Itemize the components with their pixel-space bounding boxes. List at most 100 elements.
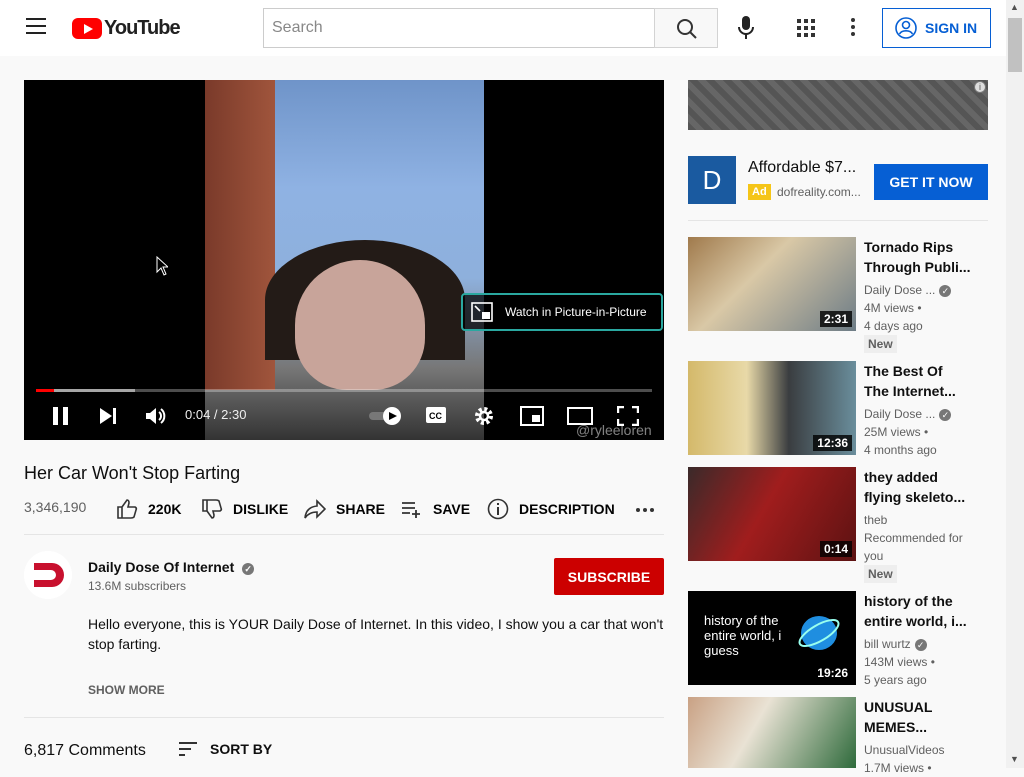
mouse-cursor-icon — [156, 256, 168, 276]
related-thumbnail[interactable]: 0:14 — [688, 467, 856, 561]
scrollbar-thumb[interactable] — [1008, 18, 1022, 72]
channel-name[interactable]: Daily Dose Of Internet ✓ — [88, 559, 255, 575]
comments-count: 6,817 Comments — [24, 742, 146, 759]
channel-avatar[interactable] — [24, 551, 72, 599]
verified-check-icon: ✓ — [242, 563, 255, 575]
video-frame — [205, 80, 484, 440]
related-title[interactable]: Tornado Rips Through Publi... — [864, 237, 984, 277]
more-actions-icon[interactable] — [636, 508, 654, 512]
subscribe-button[interactable]: SUBSCRIBE — [554, 558, 664, 595]
sort-icon — [179, 742, 197, 756]
video-description: Hello everyone, this is YOUR Daily Dose … — [88, 616, 664, 652]
ad-cta-button[interactable]: GET IT NOW — [874, 164, 988, 200]
view-count: 3,346,190 — [24, 499, 87, 515]
microphone-icon[interactable] — [735, 14, 757, 42]
add-to-playlist-icon — [402, 502, 420, 518]
time-display: 0:04 / 2:30 — [185, 407, 247, 422]
video-player[interactable]: Watch in Picture-in-Picture 0:04 / 2:30 … — [24, 80, 664, 440]
menu-icon[interactable] — [26, 18, 46, 34]
search-icon — [677, 19, 697, 39]
ad-info-icon[interactable]: i — [974, 81, 986, 93]
search-input[interactable]: Search — [263, 8, 655, 48]
pip-icon — [471, 302, 493, 322]
next-icon[interactable] — [98, 407, 118, 425]
like-count: 220K — [148, 501, 182, 517]
dislike-label: DISLIKE — [233, 501, 289, 517]
share-button[interactable]: SHARE — [304, 498, 385, 520]
sort-by-button[interactable]: SORT BY — [178, 741, 272, 757]
sign-in-label: SIGN IN — [925, 20, 978, 36]
svg-text:CC: CC — [429, 411, 442, 421]
related-meta: Daily Dose ... ✓ 4M views • 4 days ago Ne… — [864, 281, 984, 353]
scroll-down-arrow[interactable]: ▼ — [1010, 754, 1019, 764]
autoplay-toggle-icon[interactable] — [368, 406, 404, 426]
video-duration: 19:26 — [813, 665, 852, 681]
progress-played — [36, 389, 55, 392]
pause-icon[interactable] — [52, 406, 70, 426]
info-icon — [487, 498, 509, 520]
earth-icon — [798, 616, 840, 650]
captions-icon[interactable]: CC — [425, 406, 447, 424]
ad-title[interactable]: Affordable $7... — [748, 159, 856, 177]
video-title: Her Car Won't Stop Farting — [24, 463, 241, 483]
channel-name-text: Daily Dose Of Internet — [88, 559, 235, 575]
ad-banner-image[interactable] — [688, 80, 988, 130]
related-meta: Daily Dose ... ✓ 25M views • 4 months ago — [864, 405, 984, 459]
show-more-button[interactable]: SHOW MORE — [88, 683, 165, 697]
thumbs-up-icon — [117, 499, 138, 519]
related-title[interactable]: UNUSUAL MEMES... — [864, 697, 984, 737]
video-duration: 0:14 — [819, 541, 852, 557]
sort-by-label: SORT BY — [210, 741, 273, 757]
related-title[interactable]: The Best Of The Internet... — [864, 361, 984, 401]
settings-more-icon[interactable] — [851, 18, 857, 38]
video-face — [295, 260, 425, 390]
scroll-up-arrow[interactable]: ▲ — [1010, 2, 1019, 12]
thumbs-down-icon — [202, 499, 223, 519]
youtube-play-icon — [72, 17, 102, 39]
description-label: DESCRIPTION — [519, 501, 615, 517]
video-watermark: @ryleeloren — [576, 422, 652, 438]
description-button[interactable]: DESCRIPTION — [487, 498, 615, 520]
youtube-logo[interactable]: YouTube — [72, 16, 181, 40]
verified-check-icon: ✓ — [914, 639, 927, 651]
like-button[interactable]: 220K — [116, 498, 181, 520]
info-divider — [24, 534, 664, 535]
ad-divider — [688, 220, 988, 221]
related-thumbnail[interactable]: 12:36 — [688, 361, 856, 455]
related-meta: UnusualVideos 1.7M views • — [864, 743, 945, 775]
related-meta: bill wurtz ✓ 143M views • 5 years ago — [864, 637, 935, 687]
related-thumbnail[interactable] — [688, 697, 856, 768]
dislike-button[interactable]: DISLIKE — [201, 498, 288, 520]
verified-check-icon: ✓ — [939, 409, 952, 421]
related-thumbnail[interactable]: history of the entire world, i guess 19:… — [688, 591, 856, 685]
volume-icon[interactable] — [145, 406, 167, 426]
account-icon — [895, 17, 917, 39]
ad-logo[interactable]: D — [688, 156, 736, 204]
sign-in-button[interactable]: SIGN IN — [882, 8, 991, 48]
save-label: SAVE — [433, 501, 471, 517]
progress-bar[interactable] — [36, 389, 652, 392]
verified-check-icon: ✓ — [939, 285, 952, 297]
related-thumbnail[interactable]: 2:31 — [688, 237, 856, 331]
pip-label: Watch in Picture-in-Picture — [505, 305, 647, 319]
ad-url: dofreality.com... — [777, 185, 861, 199]
description-divider — [24, 717, 664, 718]
save-button[interactable]: SAVE — [401, 498, 470, 520]
page-scrollbar[interactable] — [1006, 0, 1024, 768]
search-button[interactable] — [654, 8, 718, 48]
new-badge: New — [864, 565, 897, 583]
masthead: YouTube Search SIGN IN — [0, 0, 1006, 56]
miniplayer-icon[interactable] — [520, 406, 544, 426]
new-badge: New — [864, 335, 897, 353]
settings-gear-icon[interactable] — [473, 405, 495, 427]
share-label: SHARE — [336, 501, 386, 517]
video-duration: 2:31 — [819, 311, 852, 327]
apps-grid-icon[interactable] — [797, 19, 815, 37]
logo-text: YouTube — [104, 16, 181, 39]
picture-in-picture-button[interactable]: Watch in Picture-in-Picture — [461, 293, 663, 331]
thumbnail-text: history of the entire world, i guess — [704, 613, 782, 658]
video-duration: 12:36 — [813, 435, 852, 451]
subscriber-count: 13.6M subscribers — [88, 579, 187, 593]
related-title[interactable]: history of the entire world, i... — [864, 591, 984, 631]
related-title[interactable]: they added flying skeleto... — [864, 467, 984, 507]
